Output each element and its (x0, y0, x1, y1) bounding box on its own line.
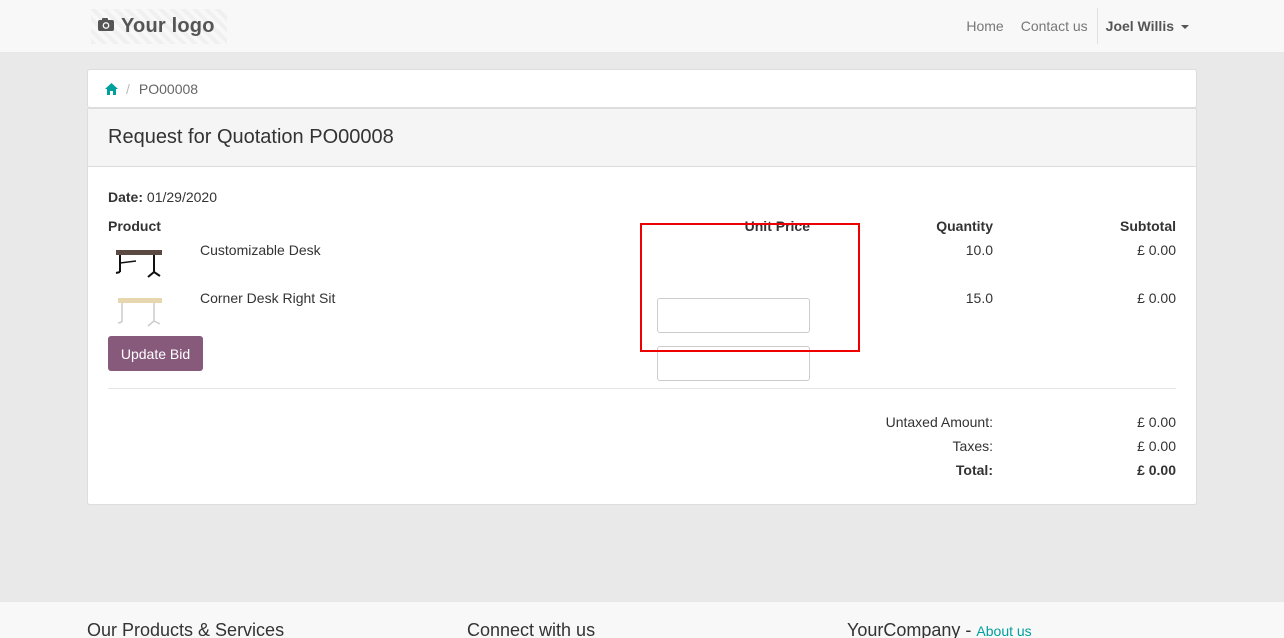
highlight-box (640, 223, 860, 352)
table-row-subtotal: £ 0.00 (1137, 290, 1176, 306)
taxes-value: £ 0.00 (1137, 438, 1176, 454)
beige-desk-thumbnail (114, 294, 164, 331)
breadcrumb-current: PO00008 (138, 80, 199, 97)
untaxed-amount-value: £ 0.00 (1137, 414, 1176, 430)
column-header-quantity: Quantity (936, 218, 993, 234)
panel-header: Request for Quotation PO00008 (88, 109, 1196, 167)
top-navbar: Your logo Home Contact us Joel Willis (0, 0, 1284, 53)
nav-divider (1096, 8, 1098, 44)
divider (108, 388, 1176, 389)
column-header-product: Product (108, 218, 161, 234)
footer: Our Products & Services Connect with us … (0, 601, 1284, 638)
footer-separator: - (960, 620, 977, 638)
taxes-label: Taxes: (952, 438, 993, 454)
date-row: Date: 01/29/2020 (108, 189, 217, 205)
footer-company-name: YourCompany (847, 620, 961, 638)
table-row-subtotal: £ 0.00 (1137, 242, 1176, 258)
total-value: £ 0.00 (1137, 462, 1176, 478)
black-desk-thumbnail (114, 246, 164, 283)
company-logo[interactable]: Your logo (91, 9, 227, 44)
breadcrumb: / PO00008 (87, 69, 1197, 108)
date-value: 01/29/2020 (146, 189, 217, 205)
about-us-link[interactable]: About us (976, 623, 1031, 638)
camera-icon (97, 17, 115, 37)
footer-connect-heading: Connect with us (467, 620, 596, 638)
table-row-quantity: 10.0 (965, 242, 993, 258)
update-bid-button[interactable]: Update Bid (108, 336, 203, 371)
user-menu[interactable]: Joel Willis (1106, 18, 1189, 34)
chevron-down-icon (1181, 25, 1189, 29)
total-label: Total: (955, 462, 993, 478)
table-row-product[interactable]: Corner Desk Right Sit (200, 290, 335, 306)
user-name: Joel Willis (1105, 18, 1174, 34)
column-header-subtotal: Subtotal (1120, 218, 1176, 234)
table-row-product[interactable]: Customizable Desk (200, 242, 321, 258)
date-label: Date: (108, 189, 144, 205)
home-icon[interactable] (105, 82, 118, 95)
footer-products-heading: Our Products & Services (87, 620, 285, 638)
untaxed-amount-label: Untaxed Amount: (885, 414, 993, 430)
nav-home-link[interactable]: Home (966, 18, 1003, 34)
breadcrumb-separator: / (126, 80, 130, 97)
logo-text: Your logo (121, 15, 215, 37)
page-title: Request for Quotation PO00008 (108, 126, 394, 148)
table-row-quantity: 15.0 (965, 290, 993, 306)
footer-company-heading: YourCompany - About us (847, 620, 1032, 638)
nav-contact-link[interactable]: Contact us (1021, 18, 1088, 34)
